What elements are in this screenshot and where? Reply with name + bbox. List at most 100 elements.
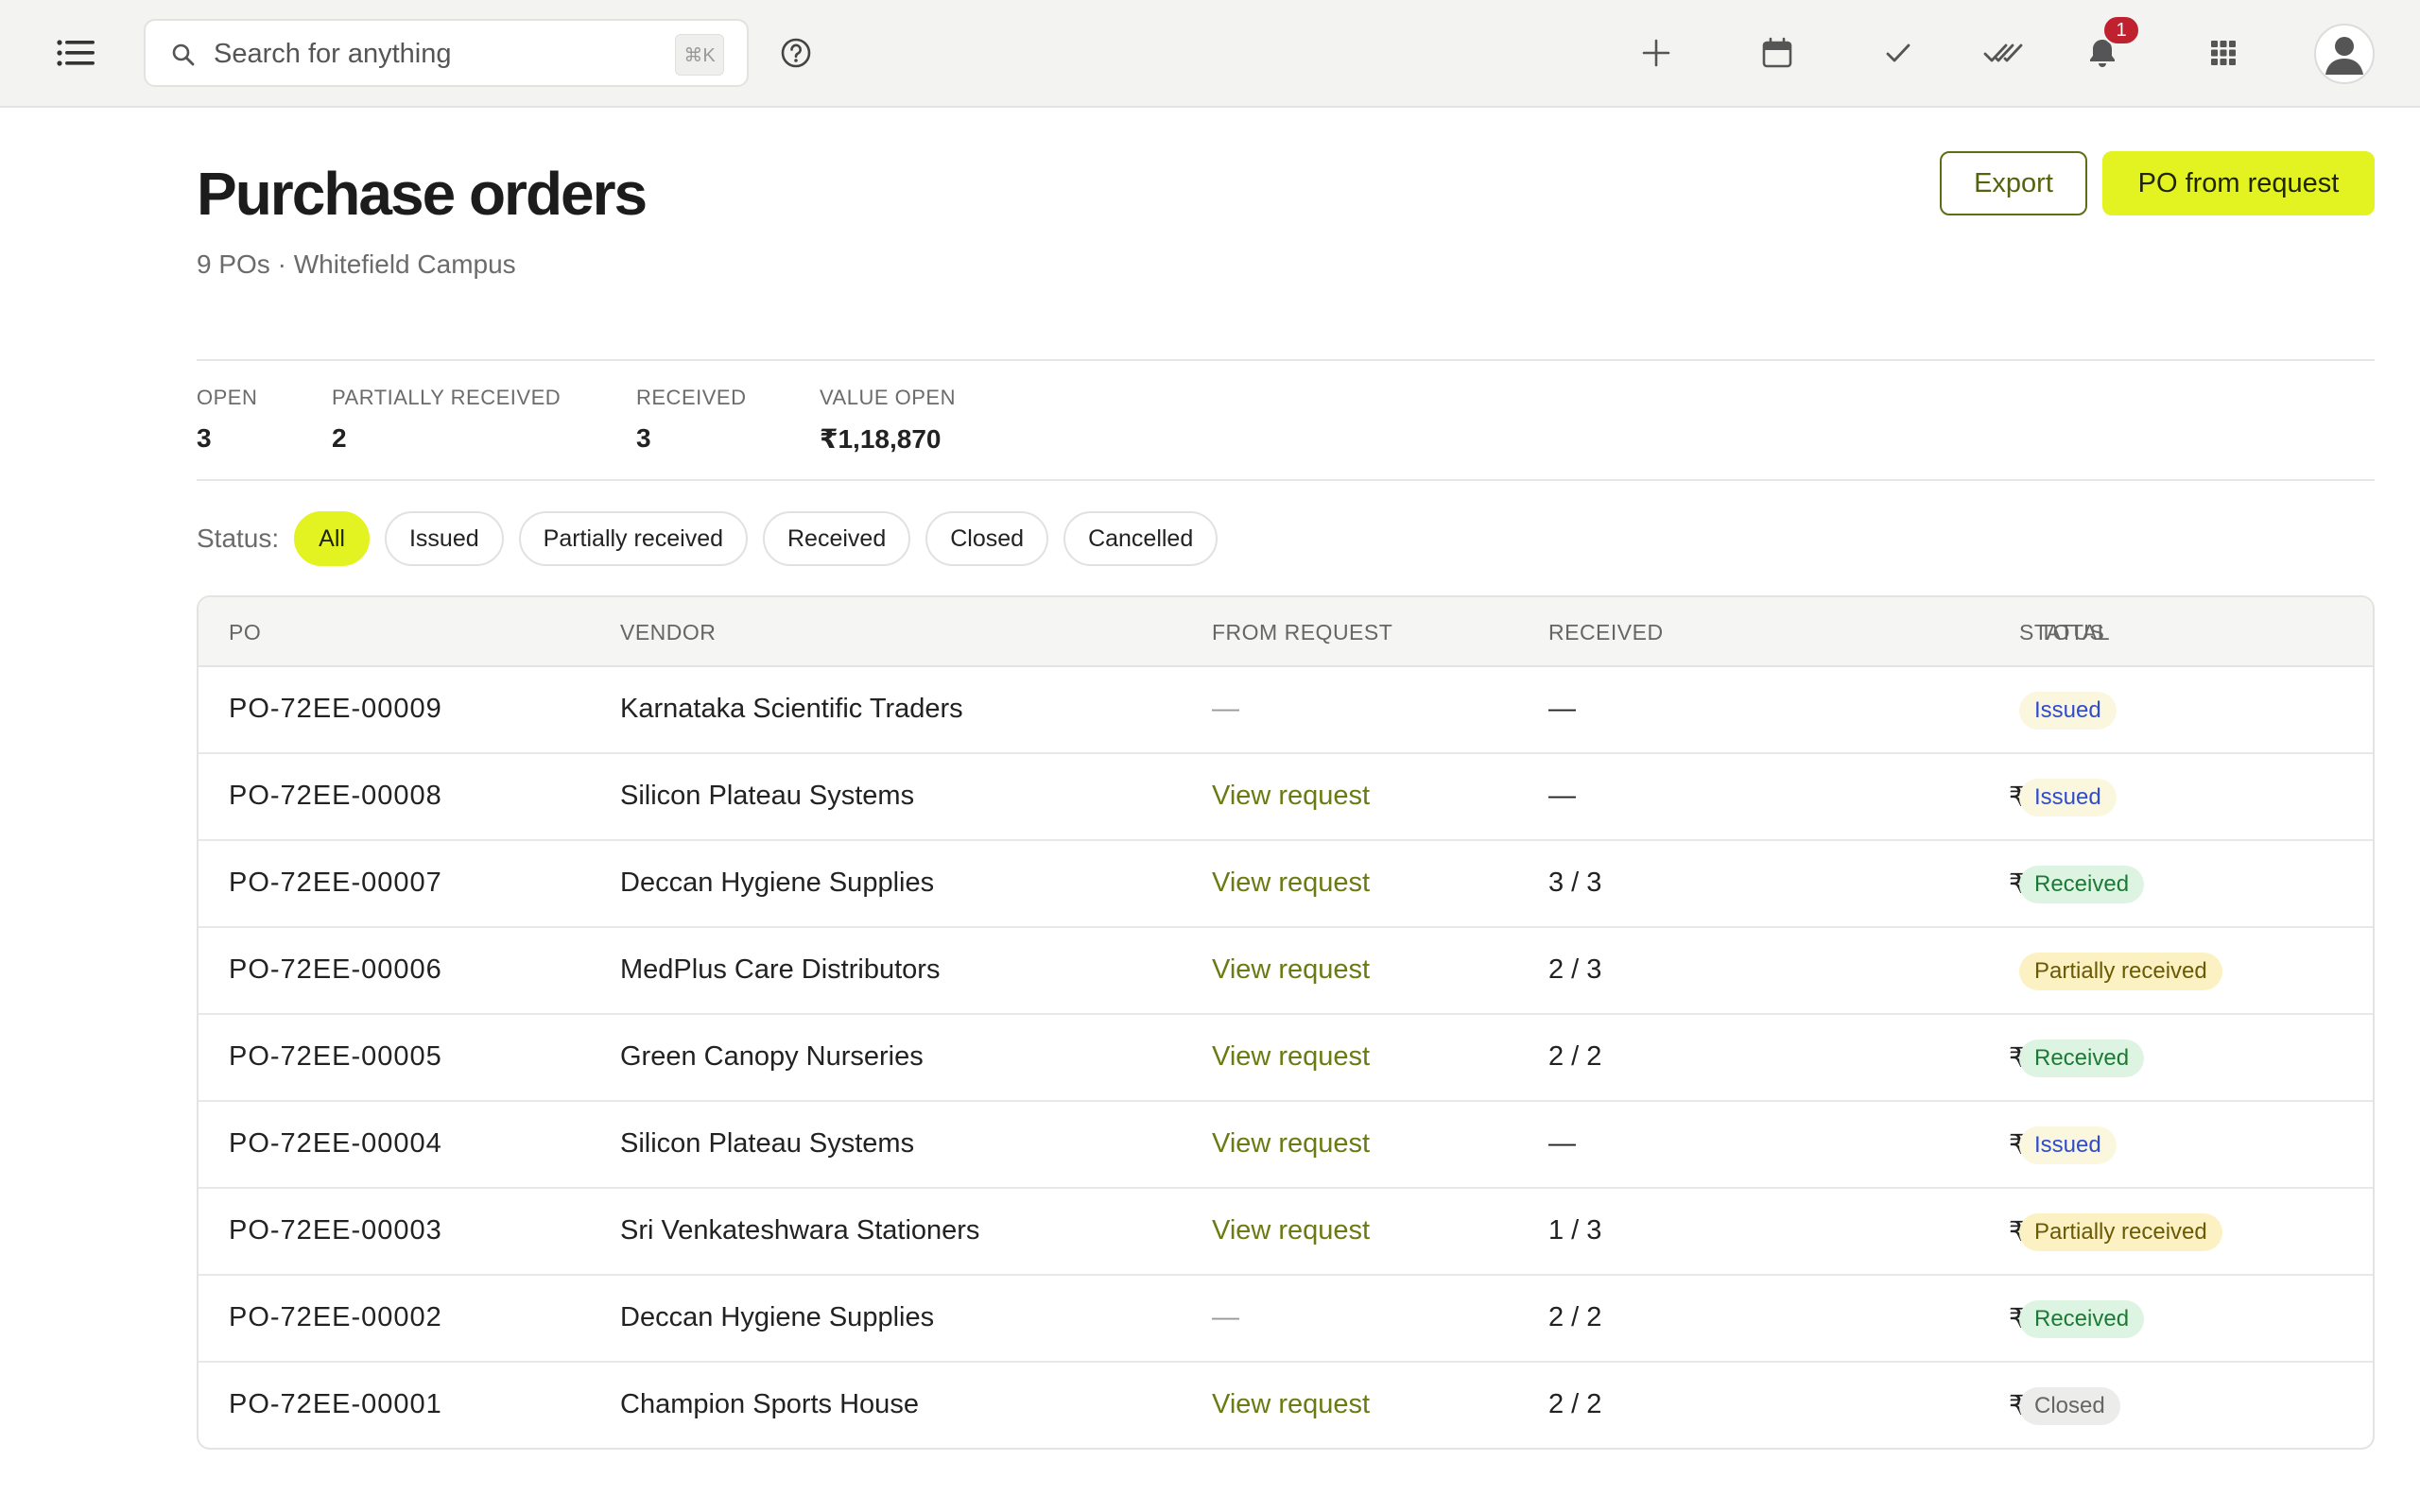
table-row[interactable]: PO-72EE-00007 Deccan Hygiene Supplies Vi… [199, 841, 2373, 928]
filter-chip-partially-received[interactable]: Partially received [518, 511, 748, 566]
status-badge: Partially received [2019, 1213, 2222, 1251]
notification-badge: 1 [2102, 15, 2140, 45]
vendor-name: Deccan Hygiene Supplies [620, 1302, 935, 1332]
vendor-name: Green Canopy Nurseries [620, 1041, 924, 1072]
status-badge: Closed [2019, 1387, 2120, 1425]
received-count: 2 / 3 [1548, 954, 1602, 985]
received-count: 2 / 2 [1548, 1041, 1602, 1072]
vendor-name: Deccan Hygiene Supplies [620, 868, 935, 898]
vendor-name: Karnataka Scientific Traders [620, 694, 963, 724]
vendor-name: Silicon Plateau Systems [620, 1128, 915, 1159]
status-badge: Received [2019, 1040, 2145, 1077]
view-request-link[interactable]: View request [1212, 954, 1370, 986]
filter-chip-cancelled[interactable]: Cancelled [1063, 511, 1219, 566]
search-input[interactable] [214, 34, 648, 74]
table-row[interactable]: PO-72EE-00001 Champion Sports House View… [199, 1363, 2373, 1448]
table-body: PO-72EE-00009 Karnataka Scientific Trade… [199, 667, 2373, 1448]
table-header: PO Vendor From request Received Total St… [199, 597, 2373, 667]
filter-chip-received[interactable]: Received [763, 511, 911, 566]
po-number[interactable]: PO-72EE-00009 [229, 694, 442, 725]
received-count: 3 / 3 [1548, 868, 1602, 898]
from-request-empty: — [1212, 1302, 1239, 1332]
filter-chip-all[interactable]: All [294, 511, 370, 566]
plus-icon[interactable] [1634, 30, 1679, 76]
view-request-link[interactable]: View request [1212, 1128, 1370, 1160]
help-icon[interactable] [777, 34, 815, 72]
po-number[interactable]: PO-72EE-00004 [229, 1128, 442, 1160]
stat-value: 3 [197, 423, 212, 453]
view-request-link[interactable]: View request [1212, 781, 1370, 812]
search-icon [172, 43, 195, 66]
column-header-from-request[interactable]: From request [1212, 620, 1392, 645]
stat-label: Open [197, 386, 258, 409]
apps-grid-icon[interactable] [2201, 30, 2246, 76]
column-header-received[interactable]: Received [1548, 620, 1664, 645]
calendar-icon[interactable] [1754, 30, 1800, 76]
filter-chip-closed[interactable]: Closed [925, 511, 1049, 566]
view-request-link[interactable]: View request [1212, 1389, 1370, 1420]
received-count: — [1548, 781, 1576, 811]
po-from-request-button[interactable]: PO from request [2102, 151, 2375, 215]
vendor-name: Silicon Plateau Systems [620, 781, 915, 811]
user-avatar-icon[interactable] [2314, 24, 2375, 84]
double-check-icon[interactable] [1981, 30, 2027, 76]
received-count: 2 / 2 [1548, 1302, 1602, 1332]
status-filter-bar: Status: All Issued Partially received Re… [197, 511, 1233, 566]
menu-icon[interactable] [53, 30, 98, 76]
status-badge: Received [2019, 1300, 2145, 1338]
stat-received: Received 3 [636, 386, 746, 454]
divider [197, 479, 2375, 481]
received-count: 1 / 3 [1548, 1215, 1602, 1246]
top-bar: ⌘K [0, 0, 2420, 108]
table-row[interactable]: PO-72EE-00003 Sri Venkateshwara Statione… [199, 1189, 2373, 1276]
divider [197, 359, 2375, 361]
po-number[interactable]: PO-72EE-00005 [229, 1041, 442, 1073]
export-button[interactable]: Export [1940, 151, 2087, 215]
view-request-link[interactable]: View request [1212, 1215, 1370, 1246]
po-number[interactable]: PO-72EE-00008 [229, 781, 442, 812]
table-row[interactable]: PO-72EE-00008 Silicon Plateau Systems Vi… [199, 754, 2373, 841]
status-badge: Issued [2019, 779, 2117, 816]
column-header-po[interactable]: PO [229, 620, 261, 645]
search-box: ⌘K [144, 19, 749, 87]
page-title: Purchase orders [197, 160, 648, 228]
vendor-name: Sri Venkateshwara Stationers [620, 1215, 980, 1246]
stat-label: Received [636, 386, 747, 409]
stat-open: Open 3 [197, 386, 257, 454]
stat-label: Value open [820, 386, 956, 409]
table-row[interactable]: PO-72EE-00009 Karnataka Scientific Trade… [199, 667, 2373, 754]
stat-partially-received: Partially received 2 [332, 386, 561, 454]
from-request-empty: — [1212, 694, 1239, 724]
vendor-name: Champion Sports House [620, 1389, 919, 1419]
table-row[interactable]: PO-72EE-00004 Silicon Plateau Systems Vi… [199, 1102, 2373, 1189]
po-number[interactable]: PO-72EE-00006 [229, 954, 442, 986]
stat-value: ₹1,18,870 [820, 424, 942, 454]
search-shortcut: ⌘K [675, 34, 724, 76]
received-count: 2 / 2 [1548, 1389, 1602, 1419]
check-icon[interactable] [1876, 30, 1921, 76]
table-row[interactable]: PO-72EE-00002 Deccan Hygiene Supplies — … [199, 1276, 2373, 1363]
vendor-name: MedPlus Care Distributors [620, 954, 941, 985]
column-header-vendor[interactable]: Vendor [620, 620, 716, 645]
view-request-link[interactable]: View request [1212, 1041, 1370, 1073]
po-number[interactable]: PO-72EE-00001 [229, 1389, 442, 1420]
status-badge: Received [2019, 866, 2145, 903]
po-number[interactable]: PO-72EE-00002 [229, 1302, 442, 1333]
column-header-status[interactable]: Status [2019, 620, 2104, 645]
status-badge: Issued [2019, 692, 2117, 730]
table-row[interactable]: PO-72EE-00006 MedPlus Care Distributors … [199, 928, 2373, 1015]
stat-value: 2 [332, 423, 347, 453]
po-number[interactable]: PO-72EE-00003 [229, 1215, 442, 1246]
stat-value: 3 [636, 423, 651, 453]
status-badge: Partially received [2019, 953, 2222, 990]
stat-value-open: Value open ₹1,18,870 [820, 386, 956, 455]
status-filter-label: Status: [197, 524, 280, 553]
status-badge: Issued [2019, 1126, 2117, 1164]
table-row[interactable]: PO-72EE-00005 Green Canopy Nurseries Vie… [199, 1015, 2373, 1102]
stat-label: Partially received [332, 386, 562, 409]
view-request-link[interactable]: View request [1212, 868, 1370, 899]
po-number[interactable]: PO-72EE-00007 [229, 868, 442, 899]
purchase-orders-table: PO Vendor From request Received Total St… [197, 595, 2375, 1450]
page-subtitle: 9 POs · Whitefield Campus [197, 249, 516, 279]
filter-chip-issued[interactable]: Issued [384, 511, 504, 566]
